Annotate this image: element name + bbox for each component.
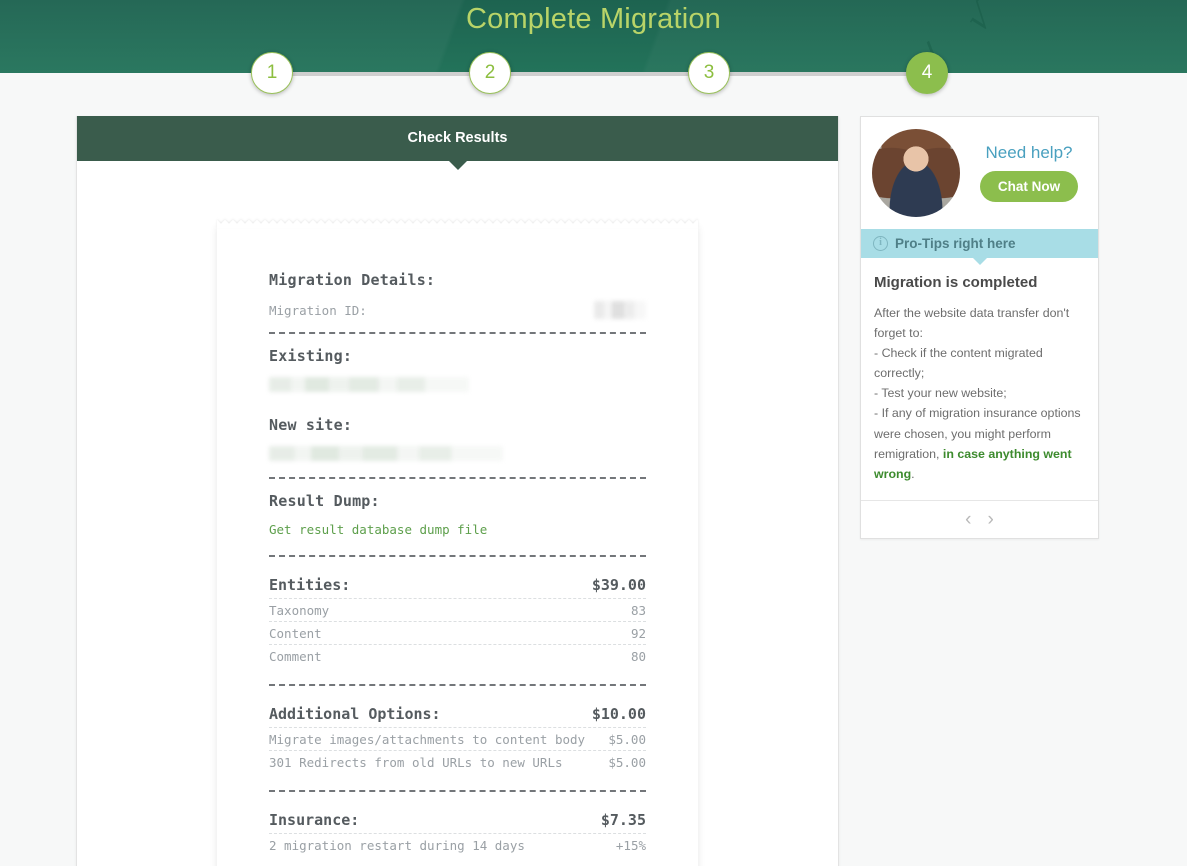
section-entities-amount: $39.00 xyxy=(591,576,646,594)
new-site-url-redacted xyxy=(269,446,503,461)
need-help-block: Need help? Chat Now xyxy=(861,117,1098,229)
row-value: 83 xyxy=(630,603,646,618)
help-and-tips-card: Need help? Chat Now i Pro-Tips right her… xyxy=(860,116,1099,539)
chat-now-button[interactable]: Chat Now xyxy=(979,171,1079,203)
row-value: $5.00 xyxy=(608,755,646,770)
section-insurance-header: Insurance: $7.35 xyxy=(269,811,646,833)
section-insurance-amount: $7.35 xyxy=(600,811,646,829)
pro-tips-bar-label: Pro-Tips right here xyxy=(895,236,1016,251)
new-site-heading: New site: xyxy=(269,416,353,434)
support-agent-avatar xyxy=(872,129,960,217)
table-row: Content 92 xyxy=(269,621,646,644)
row-label: 301 Redirects from old URLs to new URLs xyxy=(269,755,563,770)
row-label: 2 migration restart during 14 days xyxy=(269,838,525,853)
existing-heading: Existing: xyxy=(269,347,353,365)
receipt-perforated-edge xyxy=(217,220,698,228)
migration-receipt: Migration Details: Migration ID: Existin… xyxy=(217,220,698,866)
check-results-panel: Check Results Migration Details: Migrati… xyxy=(76,116,839,866)
page-body: Check Results Migration Details: Migrati… xyxy=(0,73,1187,866)
panel-header-notch xyxy=(447,160,468,170)
tips-tail: . xyxy=(911,466,915,481)
migration-id-value-redacted xyxy=(594,301,646,319)
separator-4 xyxy=(269,684,646,686)
pro-tips-title: Migration is completed xyxy=(874,274,1038,291)
table-row: Comment 80 xyxy=(269,644,646,667)
result-dump-download-link[interactable]: Get result database dump file xyxy=(269,522,487,537)
page-title: Complete Migration xyxy=(465,3,722,35)
chevron-left-icon[interactable]: ‹ xyxy=(965,510,971,529)
row-label: Comment xyxy=(269,649,322,664)
pro-tips-body: Migration is completed After the website… xyxy=(861,258,1098,500)
tips-line-2: - Check if the content migrated correctl… xyxy=(874,346,1043,381)
existing-url-redacted xyxy=(269,377,469,392)
chevron-right-icon[interactable]: › xyxy=(988,510,994,529)
row-value: $5.00 xyxy=(608,732,646,747)
step-1[interactable]: 1 xyxy=(251,52,293,94)
need-help-title: Need help? xyxy=(985,142,1073,162)
migration-id-row: Migration ID: xyxy=(269,301,646,319)
stepper-track xyxy=(272,72,927,76)
tips-line-lead: After the website data transfer don't fo… xyxy=(874,306,1070,341)
step-2[interactable]: 2 xyxy=(469,52,511,94)
row-value: +15% xyxy=(615,838,646,853)
pro-tips-bar-notch xyxy=(971,257,988,265)
row-value: 92 xyxy=(630,626,646,641)
row-value: 80 xyxy=(630,649,646,664)
pro-tips-navigation: ‹ › xyxy=(861,499,1098,538)
separator-1 xyxy=(269,332,646,334)
info-icon: i xyxy=(873,236,888,251)
section-additional-options-header: Additional Options: $10.00 xyxy=(269,705,646,727)
pro-tips-bar: i Pro-Tips right here xyxy=(861,229,1098,265)
step-3[interactable]: 3 xyxy=(688,52,730,94)
separator-5 xyxy=(269,790,646,792)
migration-id-label: Migration ID: xyxy=(269,302,367,318)
section-entities-header: Entities: $39.00 xyxy=(269,576,646,598)
result-dump-heading: Result Dump: xyxy=(269,492,380,510)
tips-line-3: - Test your new website; xyxy=(874,386,1007,401)
panel-header: Check Results xyxy=(77,116,838,170)
section-insurance-title: Insurance: xyxy=(269,811,360,829)
pro-tips-text: After the website data transfer don't fo… xyxy=(874,303,1084,484)
row-label: Content xyxy=(269,626,322,641)
table-row: Taxonomy 83 xyxy=(269,598,646,621)
progress-stepper: 1 2 3 4 xyxy=(0,52,1187,98)
separator-3 xyxy=(269,555,646,557)
table-row: Migrate images/attachments to content bo… xyxy=(269,727,646,750)
separator-2 xyxy=(269,477,646,479)
migration-details-heading: Migration Details: xyxy=(269,271,436,289)
table-row: 2 migration restart during 14 days +15% xyxy=(269,833,646,856)
row-label: Taxonomy xyxy=(269,603,330,618)
step-4[interactable]: 4 xyxy=(906,52,948,94)
row-label: Migrate images/attachments to content bo… xyxy=(269,732,586,747)
panel-header-label: Check Results xyxy=(407,130,508,146)
section-additional-options-title: Additional Options: xyxy=(269,705,441,723)
section-entities-title: Entities: xyxy=(269,576,351,594)
section-additional-options-amount: $10.00 xyxy=(591,705,646,723)
sidebar: Need help? Chat Now i Pro-Tips right her… xyxy=(860,116,1099,539)
table-row: 301 Redirects from old URLs to new URLs … xyxy=(269,750,646,773)
